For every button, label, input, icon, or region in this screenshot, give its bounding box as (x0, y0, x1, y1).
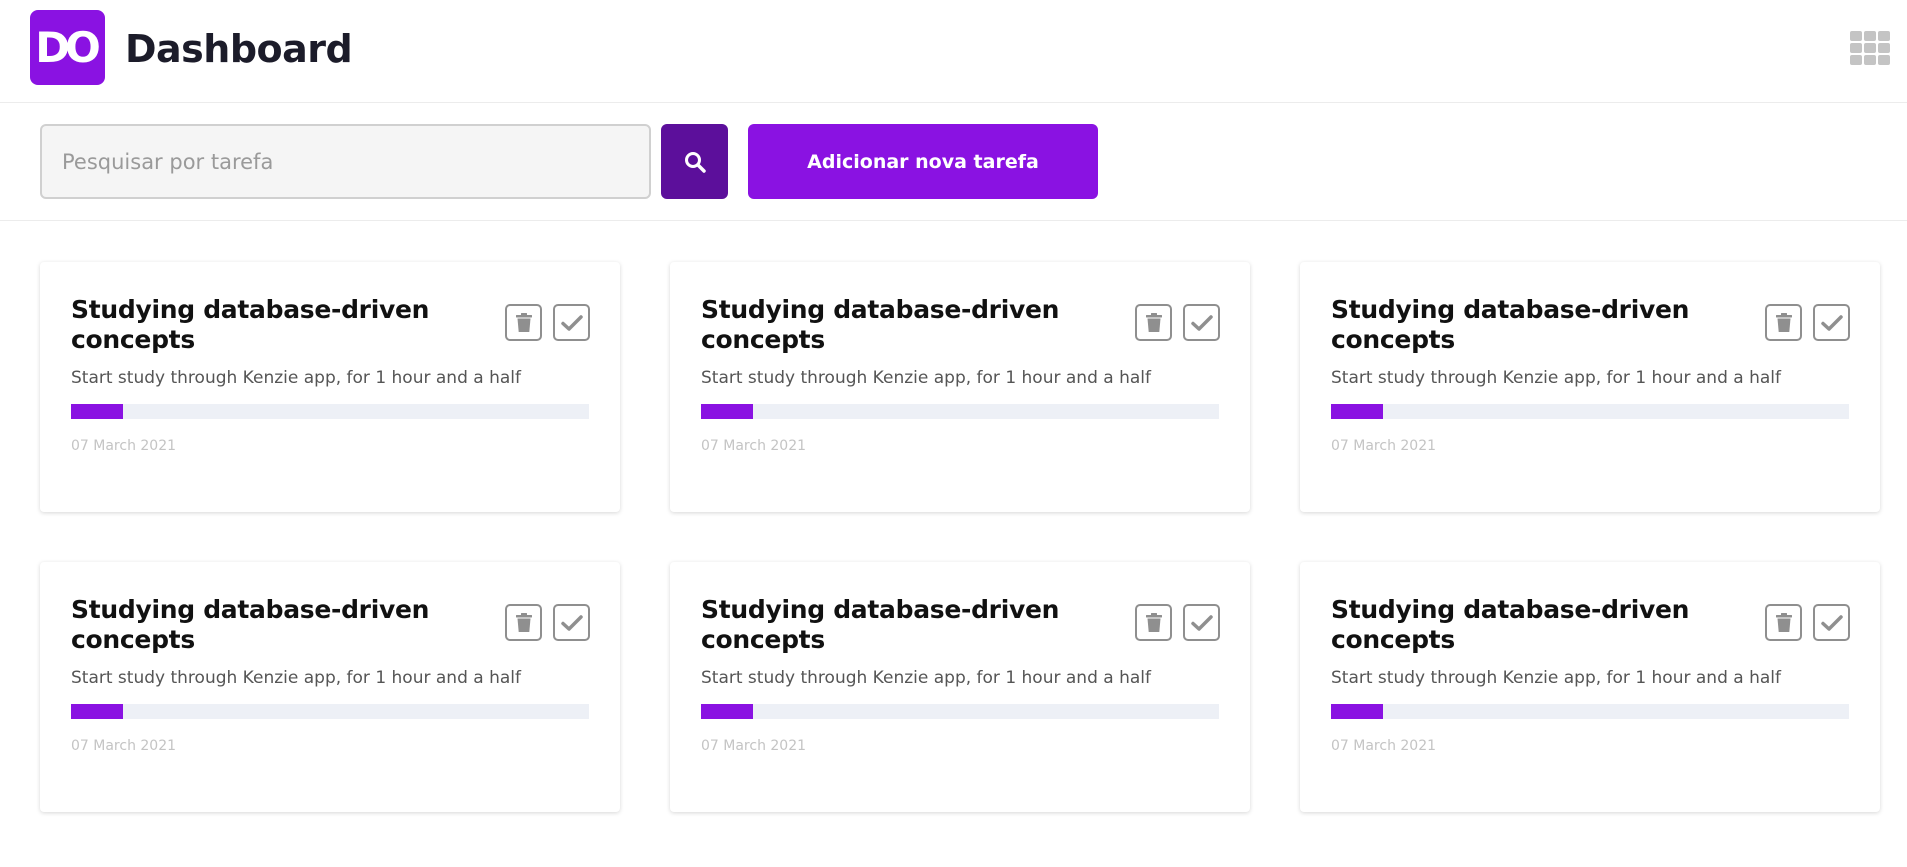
complete-task-button[interactable] (553, 304, 590, 341)
task-date: 07 March 2021 (71, 738, 177, 754)
task-title: Studying database-driven concepts (71, 595, 430, 654)
task-date: 07 March 2021 (1331, 438, 1437, 454)
delete-task-button[interactable] (505, 304, 542, 341)
task-actions (1765, 604, 1850, 641)
task-title: Studying database-driven concepts (701, 595, 1060, 654)
task-description: Start study through Kenzie app, for 1 ho… (1331, 668, 1781, 688)
task-progress-fill (1331, 704, 1383, 719)
delete-task-button[interactable] (1135, 304, 1172, 341)
task-actions (505, 304, 590, 341)
add-task-button[interactable]: Adicionar nova tarefa (748, 124, 1098, 199)
task-progress-bar (1331, 704, 1849, 719)
task-actions (1135, 304, 1220, 341)
task-date: 07 March 2021 (701, 738, 807, 754)
search-button[interactable] (661, 124, 728, 199)
grid-icon[interactable] (1850, 31, 1890, 67)
trash-icon (1775, 312, 1792, 332)
task-progress-bar (701, 704, 1219, 719)
complete-task-button[interactable] (553, 604, 590, 641)
task-progress-fill (1331, 404, 1383, 419)
task-title: Studying database-driven concepts (1331, 295, 1690, 354)
check-icon (560, 614, 583, 631)
task-card: Studying database-driven concepts Start … (1300, 562, 1880, 812)
check-icon (1820, 614, 1843, 631)
complete-task-button[interactable] (1183, 304, 1220, 341)
task-card: Studying database-driven concepts Start … (670, 562, 1250, 812)
trash-icon (1145, 312, 1162, 332)
header: DO Dashboard (0, 0, 1907, 103)
task-progress-bar (71, 704, 589, 719)
search-input[interactable] (40, 124, 651, 199)
complete-task-button[interactable] (1183, 604, 1220, 641)
task-progress-fill (71, 404, 123, 419)
check-icon (1190, 314, 1213, 331)
task-progress-fill (701, 704, 753, 719)
task-actions (1135, 604, 1220, 641)
task-title: Studying database-driven concepts (1331, 595, 1690, 654)
delete-task-button[interactable] (505, 604, 542, 641)
task-actions (1765, 304, 1850, 341)
task-date: 07 March 2021 (701, 438, 807, 454)
task-card: Studying database-driven concepts Start … (670, 262, 1250, 512)
task-description: Start study through Kenzie app, for 1 ho… (701, 368, 1151, 388)
complete-task-button[interactable] (1813, 604, 1850, 641)
task-title: Studying database-driven concepts (71, 295, 430, 354)
trash-icon (1145, 612, 1162, 632)
check-icon (1820, 314, 1843, 331)
task-description: Start study through Kenzie app, for 1 ho… (701, 668, 1151, 688)
logo: DO (30, 10, 105, 85)
task-progress-bar (71, 404, 589, 419)
task-progress-fill (71, 704, 123, 719)
check-icon (1190, 614, 1213, 631)
trash-icon (1775, 612, 1792, 632)
search-icon (684, 151, 706, 173)
delete-task-button[interactable] (1135, 604, 1172, 641)
task-progress-bar (701, 404, 1219, 419)
task-date: 07 March 2021 (1331, 738, 1437, 754)
task-progress-fill (701, 404, 753, 419)
task-description: Start study through Kenzie app, for 1 ho… (71, 368, 521, 388)
task-list: Studying database-driven concepts Start … (40, 262, 1880, 812)
toolbar: Adicionar nova tarefa (0, 103, 1907, 221)
task-card: Studying database-driven concepts Start … (1300, 262, 1880, 512)
delete-task-button[interactable] (1765, 304, 1802, 341)
task-date: 07 March 2021 (71, 438, 177, 454)
task-description: Start study through Kenzie app, for 1 ho… (71, 668, 521, 688)
task-actions (505, 604, 590, 641)
check-icon (560, 314, 583, 331)
delete-task-button[interactable] (1765, 604, 1802, 641)
task-card: Studying database-driven concepts Start … (40, 262, 620, 512)
task-progress-bar (1331, 404, 1849, 419)
trash-icon (515, 312, 532, 332)
task-description: Start study through Kenzie app, for 1 ho… (1331, 368, 1781, 388)
complete-task-button[interactable] (1813, 304, 1850, 341)
task-card: Studying database-driven concepts Start … (40, 562, 620, 812)
task-title: Studying database-driven concepts (701, 295, 1060, 354)
trash-icon (515, 612, 532, 632)
page-title: Dashboard (125, 27, 353, 71)
